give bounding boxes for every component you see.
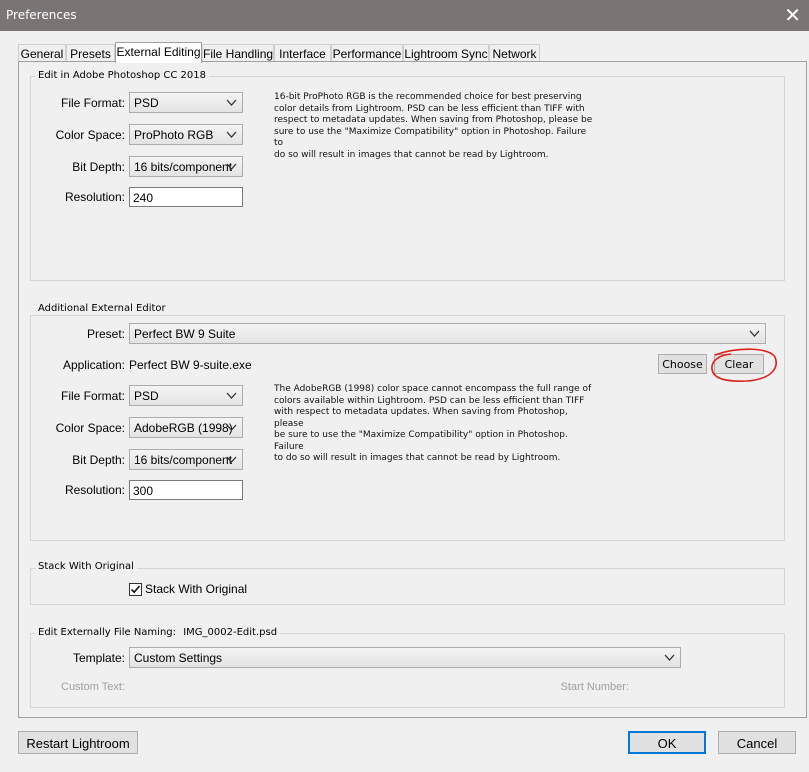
photoshop-group-title: Edit in Adobe Photoshop CC 2018	[35, 70, 209, 81]
file-naming-example: IMG_0002-Edit.psd	[183, 627, 278, 638]
ae-bit-depth-label: Bit Depth:	[72, 453, 125, 467]
choose-button[interactable]: Choose	[658, 354, 707, 374]
ae-info-note: The AdobeRGB (1998) color space cannot e…	[274, 384, 594, 465]
checkmark-icon	[130, 585, 141, 594]
ps-note-line: respect to metadata updates. When saving…	[274, 115, 593, 125]
ps-resolution-label: Resolution:	[64, 190, 125, 204]
ae-resolution-label: Resolution:	[64, 483, 125, 497]
ps-note-line: 16-bit ProPhoto RGB is the recommended c…	[274, 92, 582, 102]
ae-file-format-select[interactable]: PSD	[129, 385, 243, 406]
ae-color-space-label: Color Space:	[55, 421, 125, 435]
ps-note-line: sure to use the "Maximize Compatibility"…	[274, 126, 587, 149]
ae-note-line: to do so will result in images that cann…	[274, 453, 561, 463]
preset-value: Perfect BW 9 Suite	[134, 327, 236, 341]
ps-file-format-label: File Format:	[60, 96, 125, 110]
ps-bit-depth-label: Bit Depth:	[72, 160, 125, 174]
chevron-down-icon	[226, 126, 237, 144]
application-path: Perfect BW 9-suite.exe	[129, 358, 252, 372]
ps-file-format-value: PSD	[134, 96, 159, 110]
title-bar: Preferences ✕	[0, 0, 809, 31]
ae-note-line: colors available within Lightroom. PSD c…	[274, 395, 585, 406]
ps-bit-depth-value: 16 bits/component	[134, 160, 233, 174]
chevron-down-icon	[226, 94, 237, 112]
stack-checkbox[interactable]	[129, 583, 142, 596]
additional-editor-group-title: Additional External Editor	[35, 303, 169, 314]
ps-color-space-value: ProPhoto RGB	[134, 128, 214, 142]
ae-bit-depth-select[interactable]: 16 bits/component	[129, 449, 243, 470]
ae-note-line: be sure to use the "Maximize Compatibili…	[274, 430, 568, 452]
ae-color-space-value: AdobeRGB (1998)	[134, 421, 233, 435]
preset-label: Preset:	[86, 327, 125, 341]
stack-checkbox-label[interactable]: Stack With Original	[145, 582, 247, 596]
ae-color-space-select[interactable]: AdobeRGB (1998)	[129, 417, 243, 438]
chevron-down-icon	[226, 158, 237, 176]
preset-select[interactable]: Perfect BW 9 Suite	[129, 323, 766, 344]
file-naming-group	[30, 633, 785, 708]
tab-external-editing[interactable]: External Editing	[115, 42, 202, 63]
ps-note-line: do so will result in images that cannot …	[274, 149, 549, 160]
cancel-button[interactable]: Cancel	[718, 731, 796, 754]
stack-group-title: Stack With Original	[35, 561, 137, 572]
ae-note-line: The AdobeRGB (1998) color space cannot e…	[274, 384, 592, 394]
template-select[interactable]: Custom Settings	[129, 647, 681, 668]
ps-note-line: color details from Lightroom. PSD can be…	[274, 103, 585, 114]
template-label: Template:	[72, 651, 125, 665]
ae-note-line: with respect to metadata updates. When s…	[274, 407, 568, 429]
ps-file-format-select[interactable]: PSD	[129, 92, 243, 113]
custom-text-label: Custom Text:	[61, 681, 125, 693]
chevron-down-icon	[226, 419, 237, 437]
close-icon[interactable]: ✕	[784, 3, 801, 27]
template-value: Custom Settings	[134, 651, 223, 665]
ae-bit-depth-value: 16 bits/component	[134, 453, 233, 467]
file-naming-title: Edit Externally File Naming:	[38, 627, 177, 638]
stack-group	[30, 568, 785, 605]
file-naming-group-title: Edit Externally File Naming: IMG_0002-Ed…	[35, 627, 281, 638]
ps-info-note: 16-bit ProPhoto RGB is the recommended c…	[274, 92, 594, 161]
window-title: Preferences	[6, 8, 77, 22]
ps-color-space-select[interactable]: ProPhoto RGB	[129, 124, 243, 145]
ae-file-format-value: PSD	[134, 389, 159, 403]
chevron-down-icon	[749, 325, 760, 343]
ae-file-format-label: File Format:	[60, 389, 125, 403]
annotation-circle	[711, 348, 777, 382]
chevron-down-icon	[226, 451, 237, 469]
restart-lightroom-button[interactable]: Restart Lightroom	[18, 731, 138, 754]
external-editing-panel: Edit in Adobe Photoshop CC 2018 File For…	[18, 61, 807, 718]
ae-resolution-input[interactable]: 300	[129, 480, 243, 500]
chevron-down-icon	[226, 387, 237, 405]
application-label: Application:	[62, 358, 125, 372]
ps-bit-depth-select[interactable]: 16 bits/component	[129, 156, 243, 177]
ps-color-space-label: Color Space:	[55, 128, 125, 142]
ok-button[interactable]: OK	[628, 731, 706, 754]
start-number-label: Start Number:	[560, 681, 629, 693]
ps-resolution-input[interactable]: 240	[129, 187, 243, 207]
chevron-down-icon	[664, 649, 675, 667]
